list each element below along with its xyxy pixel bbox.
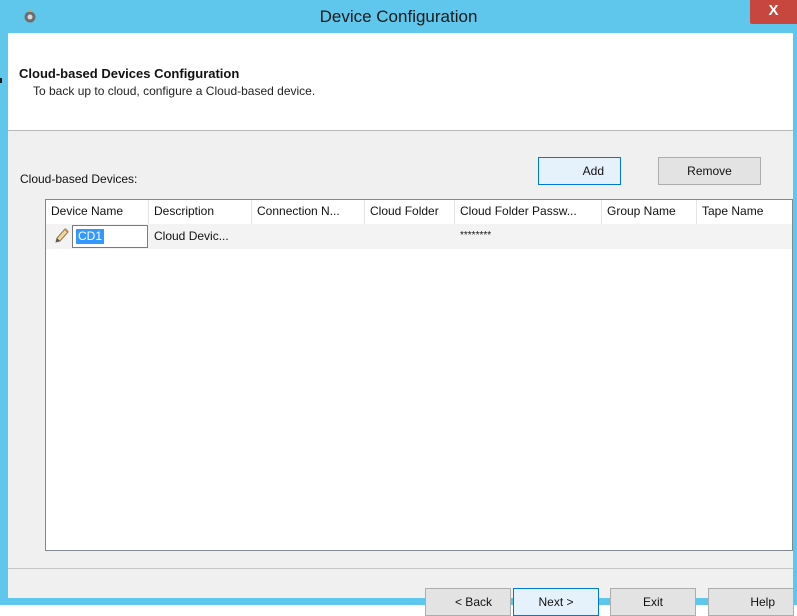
next-button[interactable]: Next > (513, 588, 599, 616)
dialog-body: Cloud-based Devices Configuration To bac… (8, 33, 794, 616)
cell-cloud-folder-password: ******** (460, 230, 492, 241)
pencil-icon (55, 228, 69, 243)
column-header-cloud-folder[interactable]: Cloud Folder (365, 200, 455, 224)
column-header-group-name[interactable]: Group Name (602, 200, 697, 224)
back-button[interactable]: < Back (425, 588, 511, 616)
header-panel: Cloud-based Devices Configuration To bac… (8, 33, 793, 131)
cell-group-name (602, 224, 697, 249)
exit-button[interactable]: Exit (610, 588, 696, 616)
cell-tape-name (697, 224, 792, 249)
table-row[interactable]: CD1 Cloud Devic... ******** (46, 224, 792, 249)
device-configuration-window: Device Configuration X Cloud-based Devic… (0, 0, 797, 616)
title-bar[interactable]: Device Configuration X (0, 0, 797, 33)
column-header-tape-name[interactable]: Tape Name (697, 200, 792, 224)
help-button[interactable]: Help (708, 588, 794, 616)
list-header: Device Name Description Connection N... … (46, 200, 792, 224)
close-button[interactable]: X (750, 0, 797, 24)
cell-cloud-folder (365, 224, 455, 249)
column-header-description[interactable]: Description (149, 200, 252, 224)
devices-list[interactable]: Device Name Description Connection N... … (45, 199, 793, 551)
remove-button[interactable]: Remove (658, 157, 761, 185)
add-button[interactable]: Add (538, 157, 621, 185)
column-header-device-name[interactable]: Device Name (46, 200, 149, 224)
cell-description: Cloud Devic... (154, 229, 229, 243)
device-name-edit-field[interactable]: CD1 (72, 225, 148, 248)
column-header-connection-name[interactable]: Connection N... (252, 200, 365, 224)
window-title: Device Configuration (319, 7, 478, 26)
window-edge-mark (0, 78, 2, 83)
cell-connection-name (252, 224, 365, 249)
devices-list-label: Cloud-based Devices: (20, 172, 138, 186)
column-header-cloud-folder-password[interactable]: Cloud Folder Passw... (455, 200, 602, 224)
footer-divider (8, 568, 793, 569)
device-name-selected-text: CD1 (76, 229, 105, 244)
page-title: Cloud-based Devices Configuration (19, 66, 240, 81)
page-subtitle: To back up to cloud, configure a Cloud-b… (33, 84, 316, 98)
